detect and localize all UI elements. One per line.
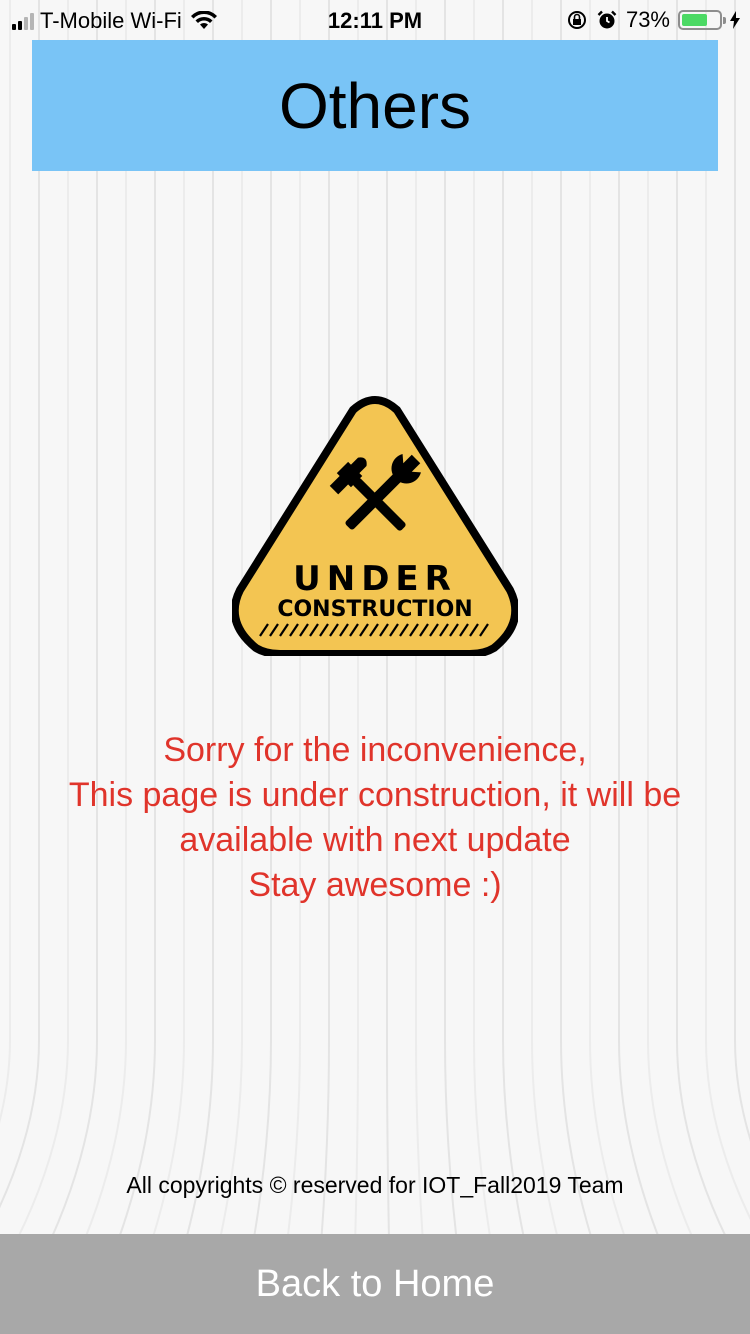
under-construction-sign: UNDER CONSTRUCTION bbox=[232, 396, 518, 656]
page-header: Others bbox=[32, 40, 718, 171]
background-line bbox=[386, 0, 393, 1334]
background-line bbox=[272, 0, 301, 1334]
background-line bbox=[618, 0, 706, 1334]
message-line: Stay awesome :) bbox=[248, 866, 502, 904]
background-line bbox=[194, 0, 243, 1334]
background-line bbox=[734, 0, 750, 1142]
hazard-stripes bbox=[258, 622, 492, 638]
background-line bbox=[311, 0, 330, 1334]
wifi-icon bbox=[190, 11, 217, 29]
background-line bbox=[0, 0, 11, 1124]
message-line: This page is under construction, it will… bbox=[68, 776, 682, 859]
background-line bbox=[502, 0, 549, 1334]
construction-message: Sorry for the inconvenience, This page i… bbox=[40, 728, 710, 908]
background-line bbox=[0, 0, 40, 1209]
battery-percent: 73% bbox=[625, 7, 670, 32]
background-line bbox=[351, 0, 359, 1334]
signal-icon bbox=[12, 12, 34, 30]
background-pattern bbox=[0, 0, 750, 1334]
background-line bbox=[531, 0, 588, 1334]
battery-icon bbox=[678, 10, 726, 30]
background-line bbox=[37, 0, 127, 1334]
background-line bbox=[444, 0, 471, 1334]
background-line bbox=[0, 0, 98, 1334]
carrier-name: T-Mobile Wi-Fi bbox=[40, 8, 182, 33]
background-line bbox=[705, 0, 750, 1221]
background-line bbox=[647, 0, 745, 1334]
sign-text-under: UNDER bbox=[293, 559, 457, 599]
background-line bbox=[233, 0, 272, 1334]
message-line: Sorry for the inconvenience, bbox=[163, 731, 587, 769]
background-line bbox=[415, 0, 432, 1334]
page-title: Others bbox=[278, 69, 472, 142]
background-line bbox=[116, 0, 185, 1334]
back-to-home-button[interactable]: Back to Home bbox=[0, 1234, 750, 1334]
sign-text-construction: CONSTRUCTION bbox=[277, 597, 472, 622]
background-line bbox=[560, 0, 628, 1334]
alarm-icon bbox=[597, 10, 617, 29]
copyright-text: All copyrights © reserved for IOT_Fall20… bbox=[126, 1172, 624, 1198]
charging-bolt-icon bbox=[730, 11, 740, 29]
rotation-lock-icon bbox=[567, 11, 586, 29]
status-bar: T-Mobile Wi-Fi 12:11 PM 73% bbox=[0, 0, 750, 40]
background-line bbox=[676, 0, 750, 1285]
back-to-home-label: Back to Home bbox=[255, 1262, 495, 1305]
